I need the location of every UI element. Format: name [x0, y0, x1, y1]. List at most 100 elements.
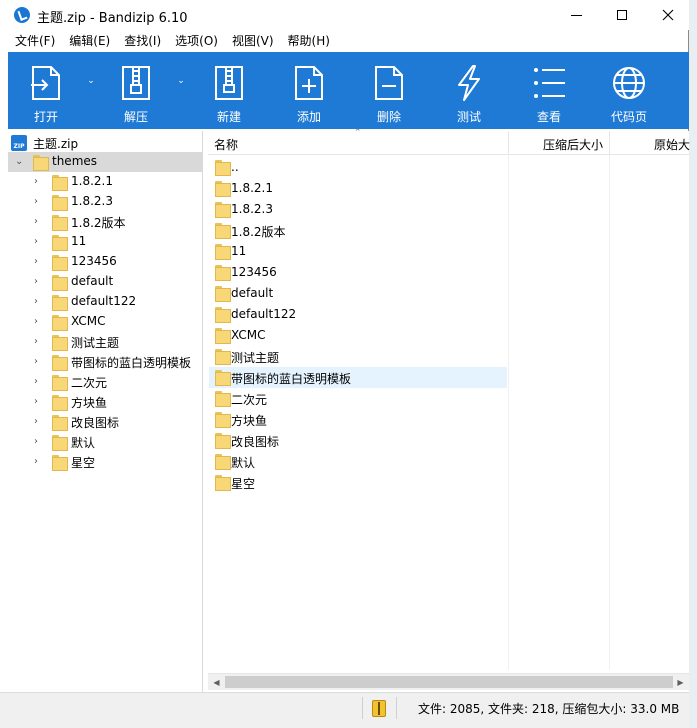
list-item-name: 1.8.2.3 [231, 202, 273, 216]
expand-chevron-icon[interactable]: › [34, 196, 44, 208]
title-bar[interactable]: 主题.zip - Bandizip 6.10 [0, 0, 689, 30]
extract-button[interactable]: 解压 [98, 52, 174, 129]
expand-chevron-icon[interactable]: › [34, 216, 44, 228]
list-item[interactable]: 123456 [209, 262, 507, 283]
tree-item[interactable]: › XCMC [8, 312, 203, 332]
list-item[interactable]: 星空 [209, 472, 507, 493]
list-item[interactable]: default [209, 283, 507, 304]
list-item[interactable]: 1.8.2版本 [209, 220, 507, 241]
open-label: 打开 [33, 110, 58, 124]
open-dropdown-arrow[interactable]: ⌄ [84, 76, 98, 90]
expand-chevron-icon[interactable]: › [34, 456, 44, 468]
expand-chevron-icon[interactable]: › [34, 176, 44, 188]
test-button[interactable]: 测试 [431, 52, 507, 129]
list-item[interactable]: 1.8.2.1 [209, 178, 507, 199]
column-separator[interactable] [508, 131, 509, 155]
horizontal-scrollbar[interactable]: ◀ ▶ [208, 673, 689, 690]
list-item-name: 方块鱼 [231, 414, 268, 428]
expand-chevron-icon[interactable]: › [34, 236, 44, 248]
list-item[interactable]: .. [209, 157, 507, 178]
expand-chevron-icon[interactable]: › [34, 276, 44, 288]
column-name-header[interactable]: 名称 [214, 136, 238, 153]
expand-chevron-icon[interactable]: › [34, 416, 44, 428]
list-item[interactable]: 默认 [209, 451, 507, 472]
column-packed-size-header[interactable]: 压缩后大小 [543, 136, 603, 153]
collapse-chevron-icon[interactable]: ⌄ [15, 156, 25, 168]
expand-chevron-icon[interactable]: › [34, 356, 44, 368]
new-button[interactable]: 新建 [191, 52, 267, 129]
new-label: 新建 [216, 110, 241, 124]
menu-options[interactable]: 选项(O) [168, 31, 225, 51]
folder-icon [52, 295, 68, 311]
expand-chevron-icon[interactable]: › [34, 296, 44, 308]
extract-dropdown-arrow[interactable]: ⌄ [174, 76, 188, 90]
tree-item[interactable]: › 1.8.2.3 [8, 192, 203, 212]
globe-icon [613, 67, 645, 99]
open-button[interactable]: 打开 [8, 52, 84, 129]
folder-icon [215, 286, 231, 302]
extract-label: 解压 [123, 110, 148, 124]
list-item[interactable]: 方块鱼 [209, 409, 507, 430]
delete-button[interactable]: 删除 [351, 52, 427, 129]
column-original-size-header[interactable]: 原始大 [654, 136, 690, 153]
folder-icon [52, 275, 68, 291]
menu-edit[interactable]: 编辑(E) [62, 31, 117, 51]
list-item[interactable]: XCMC [209, 325, 507, 346]
tree-item[interactable]: › default [8, 272, 203, 292]
scroll-right-arrow-icon[interactable]: ▶ [672, 674, 689, 691]
tree-item[interactable]: › 123456 [8, 252, 203, 272]
lightning-icon [458, 65, 480, 101]
expand-chevron-icon[interactable]: › [34, 316, 44, 328]
codepage-button[interactable]: 代码页 [591, 52, 667, 129]
expand-chevron-icon[interactable]: › [34, 336, 44, 348]
expand-chevron-icon[interactable]: › [34, 376, 44, 388]
add-button[interactable]: 添加 [271, 52, 347, 129]
tree-item[interactable]: › default122 [8, 292, 203, 312]
expand-chevron-icon[interactable]: › [34, 396, 44, 408]
list-item[interactable]: 二次元 [209, 388, 507, 409]
column-separator[interactable] [609, 131, 610, 155]
folder-tree[interactable]: ZIP 主题.zip ⌄ themes › 1.8.2.1 › 1.8.2.3 › 1.8… [8, 131, 203, 692]
tree-item[interactable]: › 1.8.2.1 [8, 172, 203, 192]
list-item[interactable]: 改良图标 [209, 430, 507, 451]
list-item[interactable]: 1.8.2.3 [209, 199, 507, 220]
view-button[interactable]: 查看 [511, 52, 587, 129]
expand-chevron-icon[interactable]: › [34, 436, 44, 448]
sort-ascending-icon: ⌃ [354, 128, 362, 138]
toolbar: 打开 ⌄ 解压 ⌄ 新建 添加 删除 测试 查看 代码页 [8, 52, 689, 129]
tree-item[interactable]: › 二次元 [8, 372, 203, 392]
tree-item-label: 星空 [71, 456, 96, 470]
scrollbar-thumb[interactable] [225, 676, 673, 688]
maximize-button[interactable] [599, 0, 645, 30]
menu-help[interactable]: 帮助(H) [281, 31, 337, 51]
tree-item[interactable]: › 测试主题 [8, 332, 203, 352]
status-text: 文件: 2085, 文件夹: 218, 压缩包大小: 33.0 MB [418, 702, 680, 716]
list-item[interactable]: 11 [209, 241, 507, 262]
tree-item[interactable]: › 星空 [8, 452, 203, 472]
open-archive-icon [31, 66, 60, 100]
tree-root[interactable]: ZIP 主题.zip [8, 133, 203, 153]
tree-item-themes[interactable]: ⌄ themes [8, 152, 203, 172]
tree-item[interactable]: › 方块鱼 [8, 392, 203, 412]
menu-find[interactable]: 查找(I) [117, 31, 168, 51]
tree-item-label: 123456 [71, 254, 117, 268]
list-item[interactable]: 测试主题 [209, 346, 507, 367]
minimize-icon [570, 14, 582, 16]
minimize-button[interactable] [553, 0, 599, 30]
tree-item[interactable]: › 1.8.2版本 [8, 212, 203, 232]
list-item[interactable]: default122 [209, 304, 507, 325]
scroll-left-arrow-icon[interactable]: ◀ [208, 674, 225, 691]
menu-view[interactable]: 视图(V) [225, 31, 281, 51]
tree-item[interactable]: › 带图标的蓝白透明模板 [8, 352, 203, 372]
menu-file[interactable]: 文件(F) [8, 31, 62, 51]
expand-chevron-icon[interactable]: › [34, 256, 44, 268]
status-separator [396, 697, 397, 719]
folder-icon [215, 454, 231, 470]
tree-item[interactable]: › 11 [8, 232, 203, 252]
tree-item[interactable]: › 默认 [8, 432, 203, 452]
list-item[interactable]: 带图标的蓝白透明模板 [209, 367, 507, 388]
file-list[interactable]: ⌃ 名称 压缩后大小 原始大 .. 1.8.2.1 1.8.2.3 1.8.2版本 11… [208, 128, 690, 692]
close-button[interactable] [645, 0, 691, 30]
tree-item[interactable]: › 改良图标 [8, 412, 203, 432]
bandizip-app-icon[interactable] [14, 7, 30, 23]
